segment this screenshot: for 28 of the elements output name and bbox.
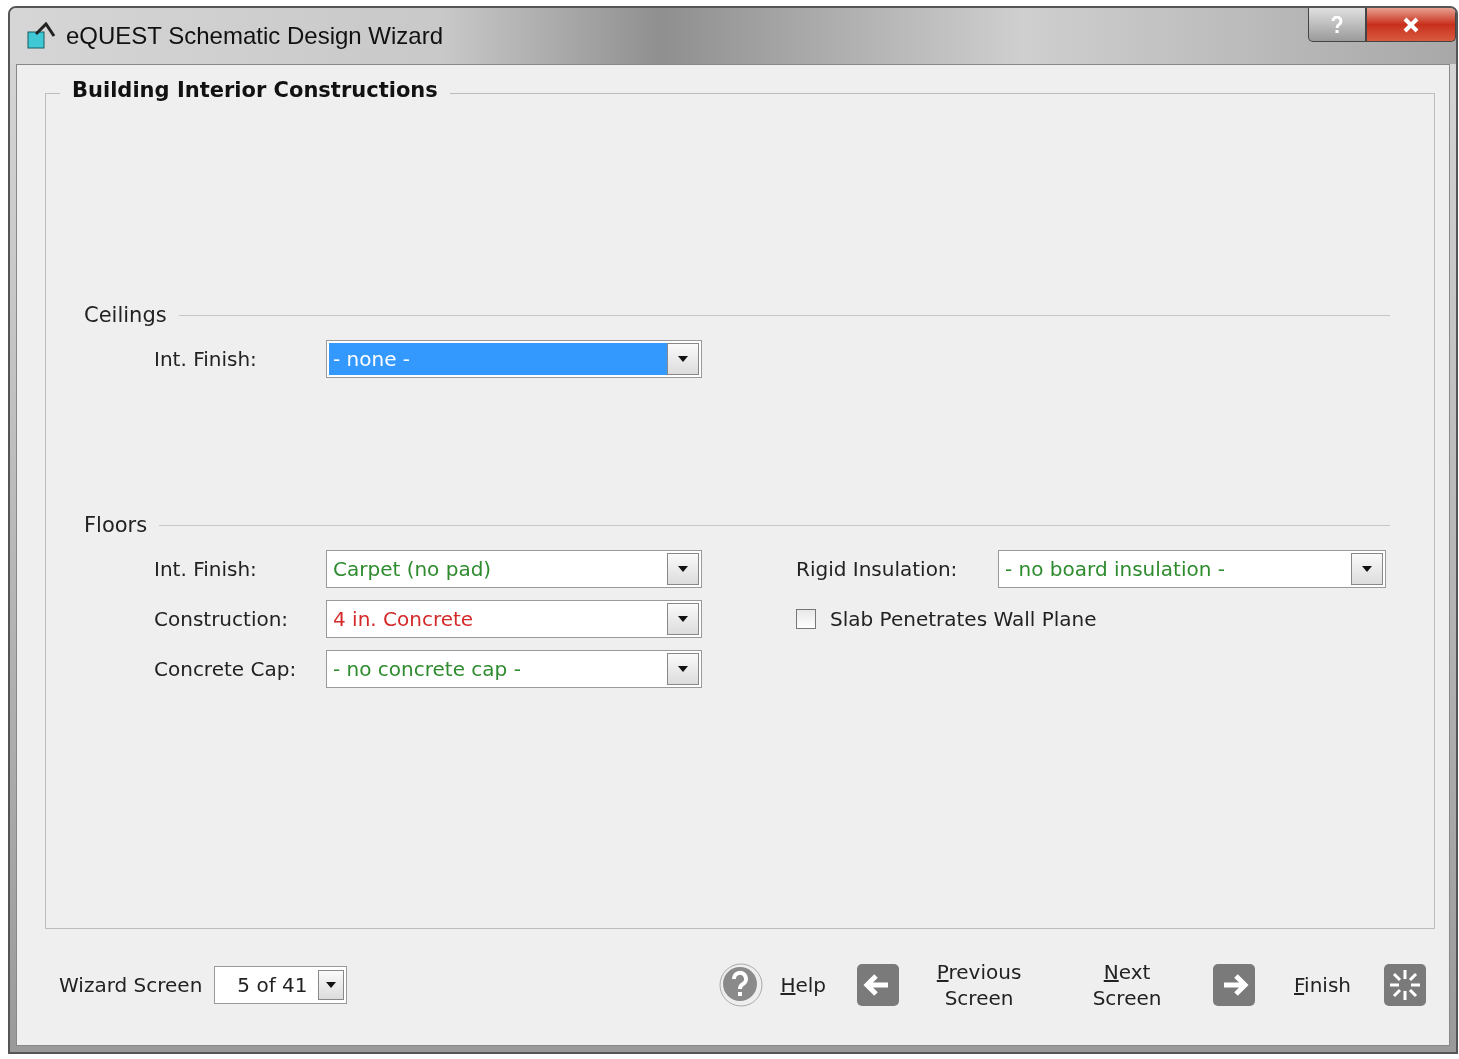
next-screen-button[interactable]: Next Screen [1072, 959, 1183, 1011]
dropdown[interactable]: Carpet (no pad) [326, 550, 702, 588]
group-title: Building Interior Constructions [60, 78, 450, 102]
help-button[interactable]: Help [780, 972, 827, 998]
field-label: Int. Finish: [153, 557, 258, 581]
field-label: Concrete Cap: [153, 657, 298, 681]
spinner-icon[interactable] [1383, 963, 1427, 1007]
close-icon [1402, 16, 1420, 33]
section-title: Floors [84, 513, 148, 537]
wizard-screen-label: Wizard Screen [59, 973, 203, 997]
dropdown[interactable]: 4 in. Concrete [326, 600, 702, 638]
dropdown[interactable]: - no concrete cap - [326, 650, 702, 688]
question-mark-icon [1330, 15, 1344, 34]
checkbox[interactable] [796, 609, 816, 629]
finish-button[interactable]: Finish [1294, 972, 1351, 998]
wizard-screen-dropdown[interactable]: 5 of 41 [214, 966, 347, 1004]
app-icon [26, 22, 56, 50]
dropdown[interactable]: - no board insulation - [998, 550, 1386, 588]
field-label: Int. Finish: [153, 347, 258, 371]
help-button[interactable] [1308, 8, 1366, 42]
previous-screen-button[interactable]: Previous Screen [924, 959, 1035, 1011]
section-title: Ceilings [84, 303, 167, 327]
help-icon[interactable] [718, 962, 765, 1008]
window-title: eQUEST Schematic Design Wizard [66, 22, 443, 50]
close-button[interactable] [1366, 8, 1456, 42]
field-label: Rigid Insulation: [796, 557, 959, 581]
field-label: Construction: [153, 607, 290, 631]
checkbox-label: Slab Penetrates Wall Plane [830, 607, 1097, 631]
